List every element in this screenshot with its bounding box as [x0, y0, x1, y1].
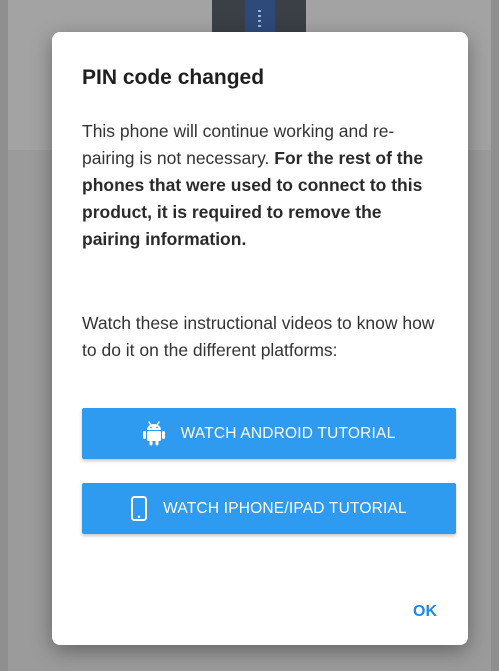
dialog-title: PIN code changed	[82, 66, 265, 89]
pin-changed-dialog: PIN code changed This phone will continu…	[52, 32, 468, 645]
smartphone-icon	[131, 496, 148, 521]
iphone-button-label: WATCH IPHONE/IPAD TUTORIAL	[163, 499, 407, 517]
watch-iphone-ipad-tutorial-button[interactable]: WATCH IPHONE/IPAD TUTORIAL	[82, 483, 456, 534]
watch-android-tutorial-button[interactable]: WATCH ANDROID TUTORIAL	[82, 408, 456, 459]
ok-button[interactable]: OK	[403, 598, 447, 626]
android-icon	[142, 421, 165, 446]
android-button-label: WATCH ANDROID TUTORIAL	[180, 424, 396, 442]
dialog-instructions: Watch these instructional videos to know…	[82, 313, 435, 360]
dialog-message: This phone will continue working and re-…	[82, 118, 442, 253]
background-device-indicator	[258, 10, 261, 30]
screen: PIN code changed This phone will continu…	[0, 0, 499, 671]
